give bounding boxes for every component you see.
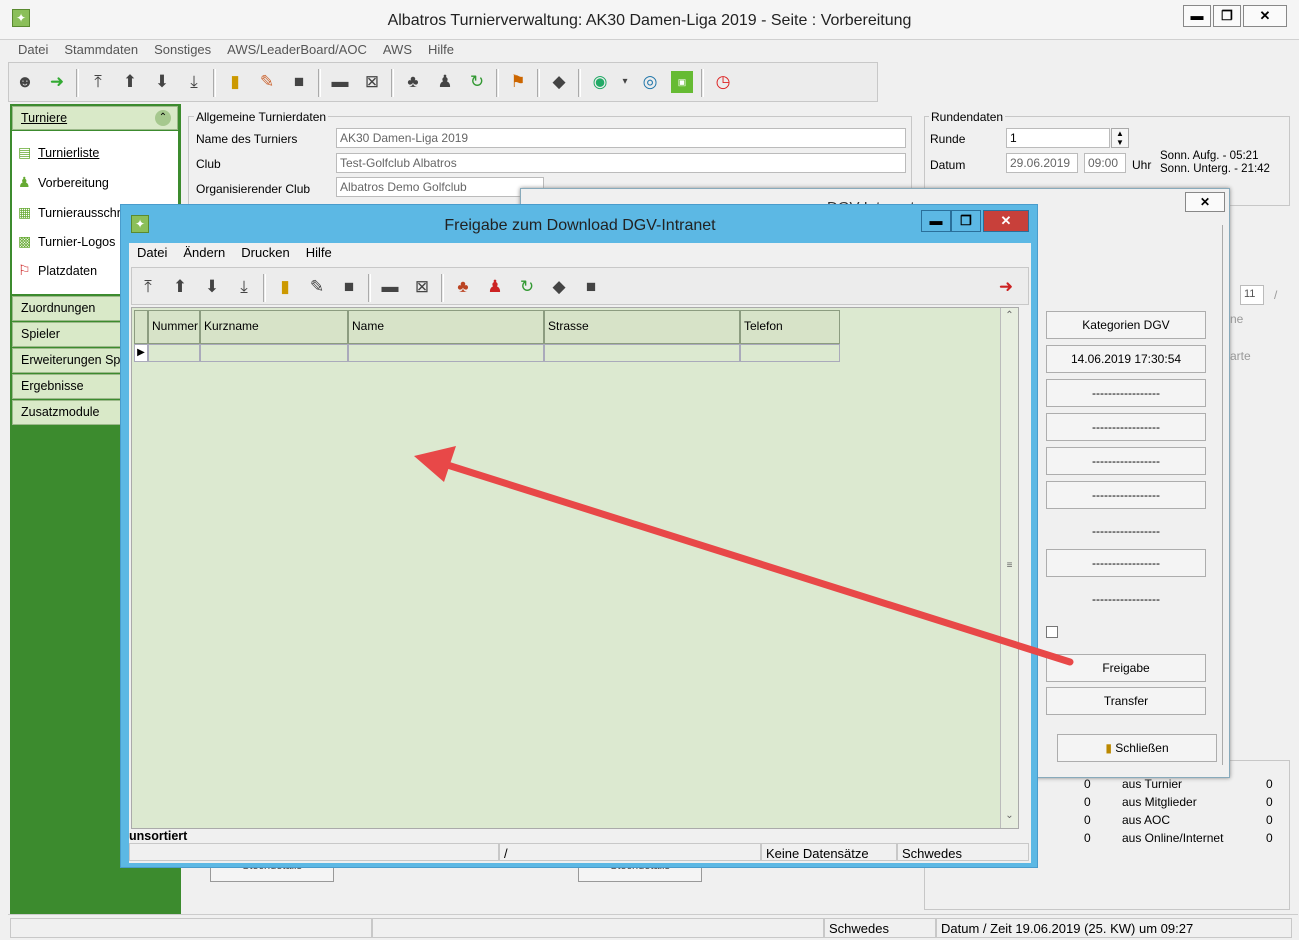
status-user: Schwedes (824, 918, 936, 938)
status-cell-empty (372, 918, 824, 938)
status-datetime: Datum / Zeit 19.06.2019 (25. KW) um 09:2… (936, 918, 1292, 938)
status-cell-empty (10, 918, 372, 938)
main-status-bar: Schwedes Datum / Zeit 19.06.2019 (25. KW… (8, 914, 1298, 938)
annotation-arrow (414, 446, 1074, 666)
